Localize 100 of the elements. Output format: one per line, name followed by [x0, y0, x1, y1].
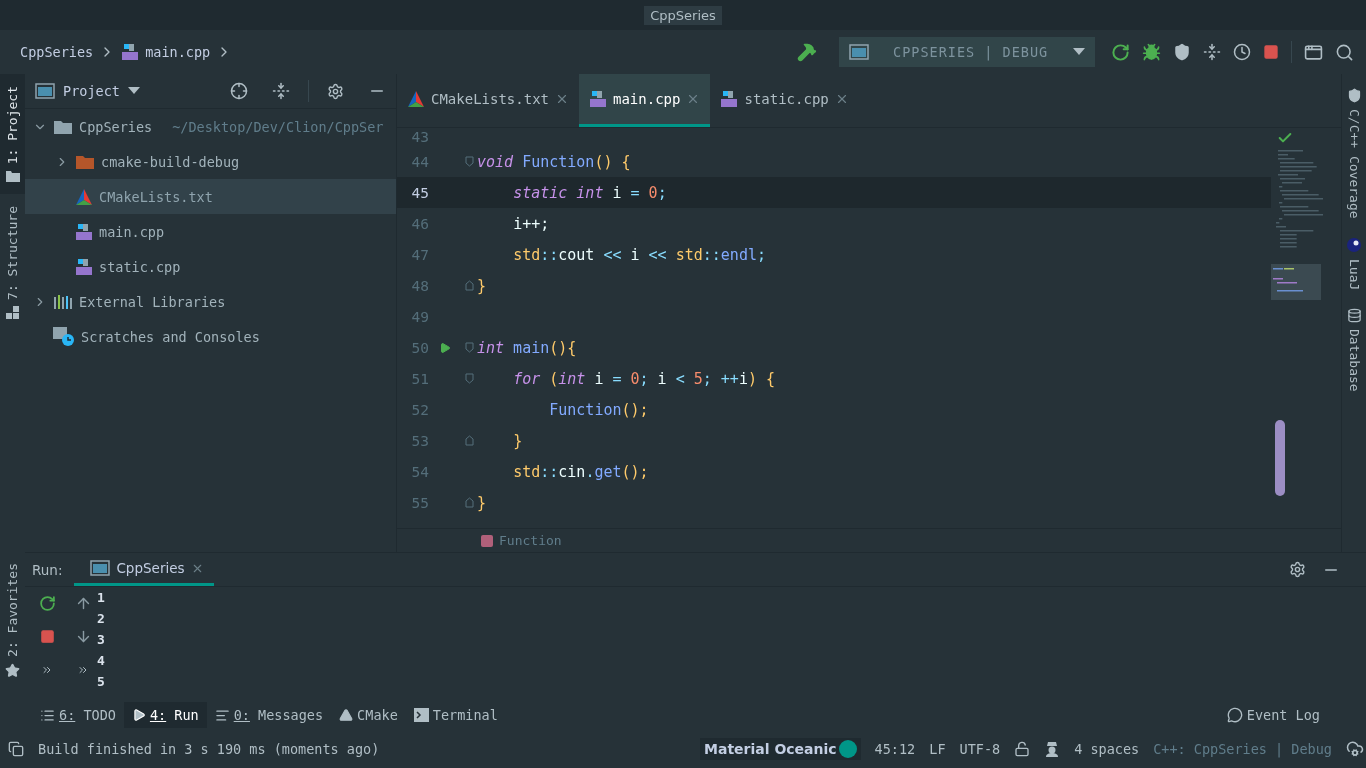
tool-window-button[interactable]: Terminal: [405, 702, 506, 728]
tool-window-button[interactable]: 4: Run: [123, 702, 207, 728]
code-line: int main(){: [477, 338, 577, 357]
function-icon: [481, 534, 493, 547]
file-name: Scratches and Consoles: [81, 328, 260, 345]
tree-item[interactable]: CppSeries ~/Desktop/Dev/Clion/CppSer: [25, 109, 396, 144]
settings-icon[interactable]: [1289, 561, 1306, 578]
line-number: 54: [410, 462, 429, 481]
code-line: }: [477, 276, 487, 295]
cloud-gear-icon[interactable]: [1346, 740, 1364, 758]
fold-marker-icon[interactable]: [464, 342, 474, 353]
status-message: Build finished in 3 s 190 ms (moments ago): [38, 741, 380, 757]
stop-icon[interactable]: [39, 629, 55, 644]
tree-item[interactable]: CMakeLists.txt: [25, 179, 396, 214]
file-name: static.cpp: [99, 258, 181, 275]
code-line: }: [513, 431, 523, 450]
window-icon[interactable]: [1304, 42, 1323, 62]
line-number: 53: [410, 431, 429, 450]
file-encoding[interactable]: UTF-8: [959, 741, 1001, 757]
tool-window-tab[interactable]: 1: Project: [0, 74, 25, 195]
inspector-icon[interactable]: [1044, 741, 1061, 757]
output-line: 4: [97, 652, 105, 670]
tree-item[interactable]: static.cpp: [25, 249, 396, 284]
run-tab[interactable]: CppSeries: [74, 553, 214, 586]
tool-window-button[interactable]: 0: Messages: [206, 702, 332, 728]
cpp-file-icon: [75, 222, 93, 241]
panel-title: Run:: [32, 561, 63, 578]
output-line: 1: [97, 589, 105, 607]
indent-setting[interactable]: 4 spaces: [1074, 741, 1140, 757]
tool-window-tab[interactable]: C/C++ Coverage: [1346, 88, 1362, 219]
tool-window-button[interactable]: 6: TODO: [32, 702, 124, 728]
cpp-file-icon: [121, 43, 140, 61]
folder-icon: [75, 153, 95, 170]
tree-item[interactable]: Scratches and Consoles: [25, 319, 396, 354]
fold-marker-icon[interactable]: [464, 373, 474, 384]
fold-marker-icon[interactable]: [464, 156, 474, 167]
collapse-icon[interactable]: [272, 82, 290, 100]
line-number: 44: [410, 152, 429, 171]
tree-item[interactable]: External Libraries: [25, 284, 396, 319]
tool-window-tab[interactable]: LuaJ: [1346, 236, 1362, 290]
code-line: Function();: [549, 400, 649, 419]
tool-window-tab[interactable]: 2: Favorites: [0, 551, 25, 690]
tree-item[interactable]: cmake-build-debug: [25, 144, 396, 179]
breadcrumb[interactable]: main.cpp: [145, 44, 211, 60]
panels-icon[interactable]: [8, 741, 24, 757]
theme-dot: [838, 740, 857, 758]
folder-path: ~/Desktop/Dev/Clion/CppSer: [172, 118, 384, 135]
fold-marker-icon[interactable]: [464, 497, 474, 508]
crosshair-icon[interactable]: [230, 82, 248, 100]
shield-icon[interactable]: [1173, 43, 1191, 61]
code-line: for (int i = 0; i < 5; ++i) {: [513, 369, 776, 388]
tree-item[interactable]: main.cpp: [25, 214, 396, 249]
caret-icon[interactable]: [127, 87, 140, 95]
line-number: 52: [410, 400, 429, 419]
tool-window-tab[interactable]: Database: [1346, 307, 1362, 392]
unlock-icon[interactable]: [1014, 741, 1031, 757]
breadcrumb[interactable]: CppSeries: [20, 44, 94, 60]
line-ending[interactable]: LF: [929, 741, 946, 757]
code-line: void Function() {: [477, 152, 631, 171]
bug-icon[interactable]: [1142, 42, 1161, 62]
line-number: 48: [410, 276, 429, 295]
folder-icon: [53, 118, 73, 135]
window-icon: [90, 559, 111, 577]
editor-tab[interactable]: static.cpp: [710, 74, 859, 127]
line-number: 46: [410, 214, 429, 233]
editor-tab[interactable]: CMakeLists.txt: [397, 74, 579, 127]
tool-window-tab[interactable]: 7: Structure: [0, 194, 25, 332]
settings-icon[interactable]: [327, 82, 344, 100]
event-log-button[interactable]: Event Log: [1218, 702, 1328, 728]
fold-marker-icon[interactable]: [464, 435, 474, 446]
theme-indicator[interactable]: Material Oceanic: [700, 738, 861, 760]
window-icon: [849, 43, 869, 61]
triangle-logo-icon: [75, 187, 93, 206]
cpp-file-icon: [589, 90, 607, 108]
list-icon: [40, 707, 55, 723]
planet-icon: [1346, 236, 1362, 253]
close-icon[interactable]: [555, 92, 569, 106]
hammer-icon[interactable]: [797, 42, 817, 62]
caret-icon: [1073, 48, 1085, 56]
clock-icon[interactable]: [1233, 43, 1251, 61]
output-line: 5: [97, 673, 105, 691]
caret-position[interactable]: 45:12: [874, 741, 916, 757]
code-line: std::cin.get();: [513, 462, 649, 481]
run-arrow-icon[interactable]: [439, 341, 451, 354]
editor-tab[interactable]: main.cpp: [579, 74, 711, 127]
file-name: main.cpp: [99, 223, 165, 240]
stop-icon[interactable]: [1263, 44, 1279, 60]
scrollbar-thumb[interactable]: [1275, 420, 1285, 496]
panel-title[interactable]: Project: [63, 83, 120, 99]
output-line: 2: [97, 610, 105, 628]
rerun-icon[interactable]: [38, 595, 56, 612]
line-number: 49: [410, 307, 429, 326]
tool-window-button[interactable]: CMake: [331, 702, 406, 728]
library-books-icon: [53, 293, 73, 310]
triangle-icon: [339, 708, 354, 722]
rerun-icon[interactable]: [1111, 42, 1130, 62]
search-icon[interactable]: [1335, 42, 1354, 62]
code-line: std::cout << i << std::endl;: [513, 245, 766, 264]
file-name: External Libraries: [79, 293, 226, 310]
fold-marker-icon[interactable]: [464, 280, 474, 291]
